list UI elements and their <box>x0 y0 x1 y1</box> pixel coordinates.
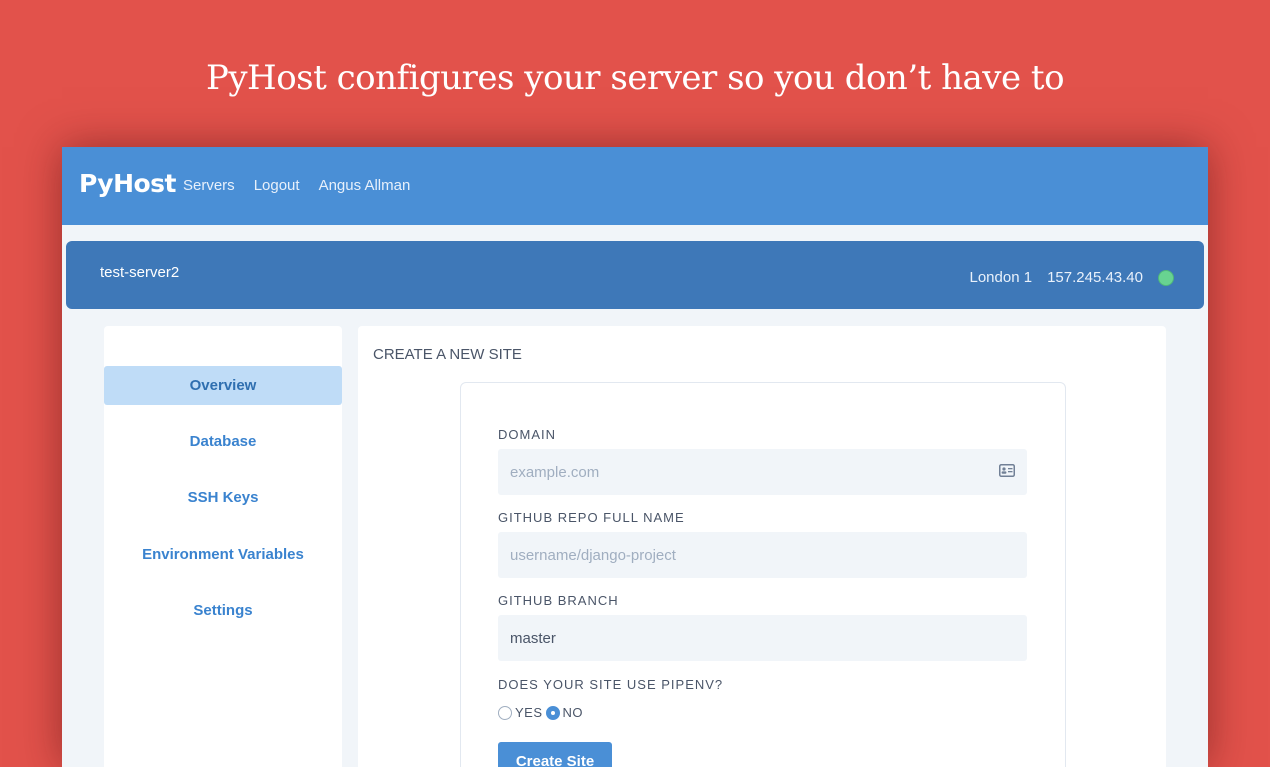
sidebar-item-overview[interactable]: Overview <box>104 366 342 405</box>
domain-label: DOMAIN <box>498 427 556 442</box>
pipenv-no-radio[interactable] <box>545 705 560 720</box>
app-window: PyHost Servers Logout Angus Allman test-… <box>62 147 1208 767</box>
server-meta: London 1 157.245.43.40 <box>969 269 1174 286</box>
create-site-form: DOMAIN GITHUB REPO FULL NAME GITHUB BRAN… <box>460 382 1066 767</box>
pipenv-label: DOES YOUR SITE USE PIPENV? <box>498 677 724 692</box>
status-indicator <box>1158 269 1174 286</box>
create-site-button[interactable]: Create Site <box>498 742 612 767</box>
headline: PyHost configures your server so you don… <box>205 58 1065 98</box>
brand-logo[interactable]: PyHost <box>79 169 177 198</box>
nav-link-servers[interactable]: Servers <box>183 177 235 194</box>
server-name: test-server2 <box>100 264 180 281</box>
server-ip: 157.245.43.40 <box>1047 269 1143 286</box>
pipenv-yes-radio[interactable] <box>498 705 512 720</box>
pipenv-radio-group: YES NO <box>498 705 586 720</box>
main-content: CREATE A NEW SITE DOMAIN GITHUB REPO FUL… <box>358 326 1166 767</box>
nav-link-user[interactable]: Angus Allman <box>319 177 411 194</box>
sidebar-item-database[interactable]: Database <box>104 422 342 461</box>
repo-label: GITHUB REPO FULL NAME <box>498 510 685 525</box>
page-title: CREATE A NEW SITE <box>373 346 522 363</box>
server-region: London 1 <box>969 269 1033 286</box>
sidebar-item-ssh-keys[interactable]: SSH Keys <box>104 478 342 517</box>
navbar: PyHost Servers Logout Angus Allman <box>62 147 1208 225</box>
branch-input[interactable] <box>498 615 1027 661</box>
domain-input[interactable] <box>498 449 1027 495</box>
nav-link-logout[interactable]: Logout <box>254 177 300 194</box>
nav-links: Servers Logout Angus Allman <box>183 177 410 194</box>
repo-input[interactable] <box>498 532 1027 578</box>
sidebar-item-settings[interactable]: Settings <box>104 591 342 630</box>
branch-label: GITHUB BRANCH <box>498 593 619 608</box>
id-card-icon <box>999 464 1015 477</box>
server-bar: test-server2 London 1 157.245.43.40 <box>66 241 1204 309</box>
pipenv-yes-label: YES <box>515 705 543 720</box>
sidebar-item-environment-variables[interactable]: Environment Variables <box>104 535 342 574</box>
sidebar: Overview Database SSH Keys Environment V… <box>104 326 342 767</box>
pipenv-no-label: NO <box>562 705 584 720</box>
